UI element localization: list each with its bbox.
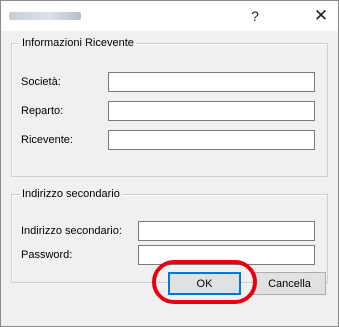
secondary-address-label: Indirizzo secondario: (21, 225, 122, 237)
recipient-label: Ricevente: (21, 134, 73, 146)
window-title-redacted (9, 12, 81, 20)
recipient-info-group: Informazioni Ricevente Società: Reparto:… (11, 37, 328, 177)
password-label: Password: (21, 249, 73, 261)
secondary-address-group-title: Indirizzo secondario (20, 188, 122, 201)
company-label: Società: (21, 76, 61, 88)
dialog-window: ? ✕ Informazioni Ricevente Società: Repa… (0, 0, 339, 327)
recipient-info-group-title: Informazioni Ricevente (20, 37, 136, 50)
title-bar: ? ✕ (1, 1, 338, 31)
cancel-button[interactable]: Cancella (253, 272, 326, 295)
close-icon[interactable]: ✕ (307, 5, 335, 27)
help-icon[interactable]: ? (241, 5, 269, 27)
company-field[interactable] (108, 72, 315, 92)
secondary-address-group: Indirizzo secondario Indirizzo secondari… (11, 188, 328, 283)
department-label: Reparto: (21, 105, 64, 117)
recipient-field[interactable] (108, 130, 315, 150)
department-field[interactable] (108, 101, 315, 121)
secondary-address-field[interactable] (138, 221, 315, 241)
password-field[interactable] (138, 245, 315, 265)
ok-button[interactable]: OK (168, 272, 241, 295)
